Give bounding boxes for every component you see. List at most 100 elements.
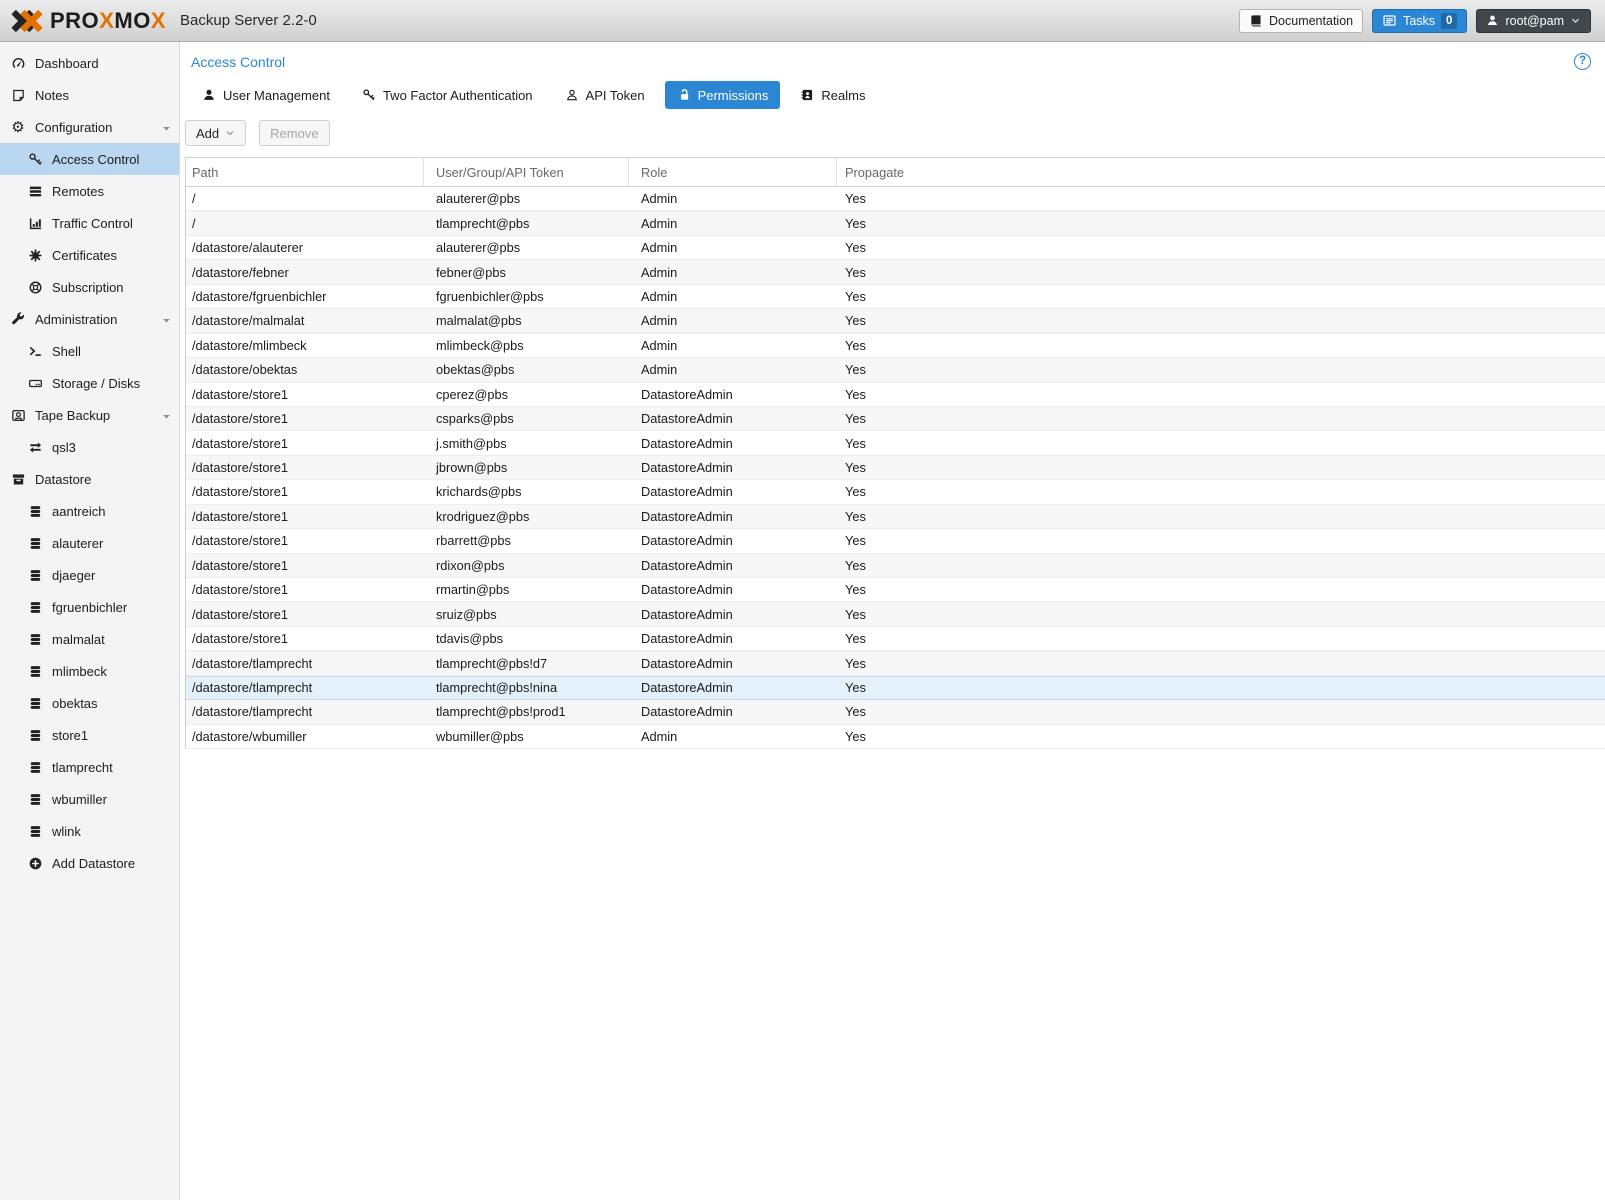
sidebar-item-label: Administration [35,312,117,327]
table-row[interactable]: /datastore/store1rdixon@pbsDatastoreAdmi… [186,554,1605,578]
sidebar-item-subscription[interactable]: Subscription [0,271,179,303]
sidebar-item-certificates[interactable]: Certificates [0,239,179,271]
life-ring-icon [26,280,44,295]
cell-user: fgruenbichler@pbs [424,285,629,308]
task-list-icon [1382,13,1397,28]
chevron-down-icon [225,128,235,138]
table-row[interactable]: /datastore/mlimbeckmlimbeck@pbsAdminYes [186,334,1605,358]
cell-path: / [186,211,424,234]
sidebar-item-datastore[interactable]: Datastore [0,463,179,495]
sidebar-item-label: obektas [52,696,98,711]
toolbar: Add Remove [185,120,1605,157]
table-row[interactable]: /datastore/store1rbarrett@pbsDatastoreAd… [186,529,1605,553]
cell-user: j.smith@pbs [424,431,629,454]
sidebar-item-configuration[interactable]: ⚙Configuration [0,111,179,143]
table-row[interactable]: /datastore/store1cperez@pbsDatastoreAdmi… [186,383,1605,407]
sidebar-item-alauterer[interactable]: alauterer [0,527,179,559]
sidebar-item-tape-backup[interactable]: Tape Backup [0,399,179,431]
add-button[interactable]: Add [185,120,246,146]
sidebar-item-obektas[interactable]: obektas [0,687,179,719]
cell-path: /datastore/store1 [186,431,424,454]
tab-user-management[interactable]: User Management [190,81,342,109]
table-row[interactable]: /tlamprecht@pbsAdminYes [186,211,1605,235]
tab-realms[interactable]: Realms [788,81,877,109]
table-row[interactable]: /datastore/obektasobektas@pbsAdminYes [186,358,1605,382]
database-icon [26,760,44,775]
sidebar-item-wbumiller[interactable]: wbumiller [0,783,179,815]
sidebar-item-label: Traffic Control [52,216,133,231]
table-row[interactable]: /datastore/fgruenbichlerfgruenbichler@pb… [186,285,1605,309]
table-row[interactable]: /datastore/store1rmartin@pbsDatastoreAdm… [186,578,1605,602]
tasks-button[interactable]: Tasks 0 [1372,9,1467,33]
table-row[interactable]: /datastore/store1tdavis@pbsDatastoreAdmi… [186,627,1605,651]
database-icon [26,600,44,615]
tab-permissions[interactable]: Permissions [665,81,781,109]
table-row[interactable]: /datastore/tlamprechttlamprecht@pbs!d7Da… [186,651,1605,675]
cell-role: DatastoreAdmin [629,407,837,430]
column-header-role[interactable]: Role [629,158,837,186]
sidebar-item-remotes[interactable]: Remotes [0,175,179,207]
collapse-chevron-icon[interactable] [161,122,172,137]
cell-user: febner@pbs [424,260,629,283]
cell-path: /datastore/store1 [186,554,424,577]
sidebar-item-qsl3[interactable]: qsl3 [0,431,179,463]
cell-role: Admin [629,334,837,357]
table-row[interactable]: /datastore/tlamprechttlamprecht@pbs!nina… [186,676,1605,700]
sidebar-item-storage-disks[interactable]: Storage / Disks [0,367,179,399]
table-row[interactable]: /datastore/febnerfebner@pbsAdminYes [186,260,1605,284]
table-row[interactable]: /datastore/store1jbrown@pbsDatastoreAdmi… [186,456,1605,480]
user-menu-button[interactable]: root@pam [1476,9,1591,33]
collapse-chevron-icon[interactable] [161,314,172,329]
sidebar-item-dashboard[interactable]: Dashboard [0,47,179,79]
sidebar-item-label: wlink [52,824,81,839]
sidebar-item-mlimbeck[interactable]: mlimbeck [0,655,179,687]
table-row[interactable]: /datastore/store1j.smith@pbsDatastoreAdm… [186,431,1605,455]
remove-button[interactable]: Remove [259,120,329,146]
tab-label: Realms [821,88,865,103]
tab-label: User Management [223,88,330,103]
user-menu-label: root@pam [1505,14,1564,28]
table-row[interactable]: /datastore/wbumillerwbumiller@pbsAdminYe… [186,725,1605,749]
sidebar-item-add-datastore[interactable]: Add Datastore [0,847,179,879]
table-row[interactable]: /datastore/tlamprechttlamprecht@pbs!prod… [186,700,1605,724]
column-header-propagate[interactable]: Propagate [837,158,1605,186]
column-header-path[interactable]: Path [186,158,424,186]
table-row[interactable]: /alauterer@pbsAdminYes [186,187,1605,211]
sidebar-item-fgruenbichler[interactable]: fgruenbichler [0,591,179,623]
cell-propagate: Yes [837,383,1605,406]
table-row[interactable]: /datastore/store1krichards@pbsDatastoreA… [186,480,1605,504]
cell-role: DatastoreAdmin [629,480,837,503]
sidebar-item-notes[interactable]: Notes [0,79,179,111]
sidebar-item-aantreich[interactable]: aantreich [0,495,179,527]
sidebar-item-malmalat[interactable]: malmalat [0,623,179,655]
tab-api-token[interactable]: API Token [553,81,657,109]
cell-propagate: Yes [837,676,1605,699]
cell-path: /datastore/store1 [186,456,424,479]
topbar-actions: Documentation Tasks 0 root@pam [1239,9,1591,33]
sidebar-item-access-control[interactable]: Access Control [0,143,179,175]
cell-role: DatastoreAdmin [629,651,837,674]
sidebar-item-shell[interactable]: Shell [0,335,179,367]
sidebar-item-djaeger[interactable]: djaeger [0,559,179,591]
sidebar-item-tlamprecht[interactable]: tlamprecht [0,751,179,783]
sidebar-item-store1[interactable]: store1 [0,719,179,751]
sidebar-item-label: qsl3 [52,440,76,455]
cell-propagate: Yes [837,431,1605,454]
table-row[interactable]: /datastore/malmalatmalmalat@pbsAdminYes [186,309,1605,333]
cell-role: Admin [629,309,837,332]
column-header-user-group-api-token[interactable]: User/Group/API Token [424,158,629,186]
sidebar-item-wlink[interactable]: wlink [0,815,179,847]
cell-path: /datastore/mlimbeck [186,334,424,357]
documentation-button[interactable]: Documentation [1239,9,1363,33]
table-row[interactable]: /datastore/alautereralauterer@pbsAdminYe… [186,236,1605,260]
help-icon[interactable]: ? [1574,53,1591,70]
sidebar-item-traffic-control[interactable]: Traffic Control [0,207,179,239]
sidebar-item-label: Dashboard [35,56,99,71]
table-row[interactable]: /datastore/store1krodriguez@pbsDatastore… [186,505,1605,529]
collapse-chevron-icon[interactable] [161,410,172,425]
sidebar-item-administration[interactable]: Administration [0,303,179,335]
cell-role: DatastoreAdmin [629,456,837,479]
table-row[interactable]: /datastore/store1csparks@pbsDatastoreAdm… [186,407,1605,431]
tab-two-factor-authentication[interactable]: Two Factor Authentication [350,81,545,109]
table-row[interactable]: /datastore/store1sruiz@pbsDatastoreAdmin… [186,602,1605,626]
